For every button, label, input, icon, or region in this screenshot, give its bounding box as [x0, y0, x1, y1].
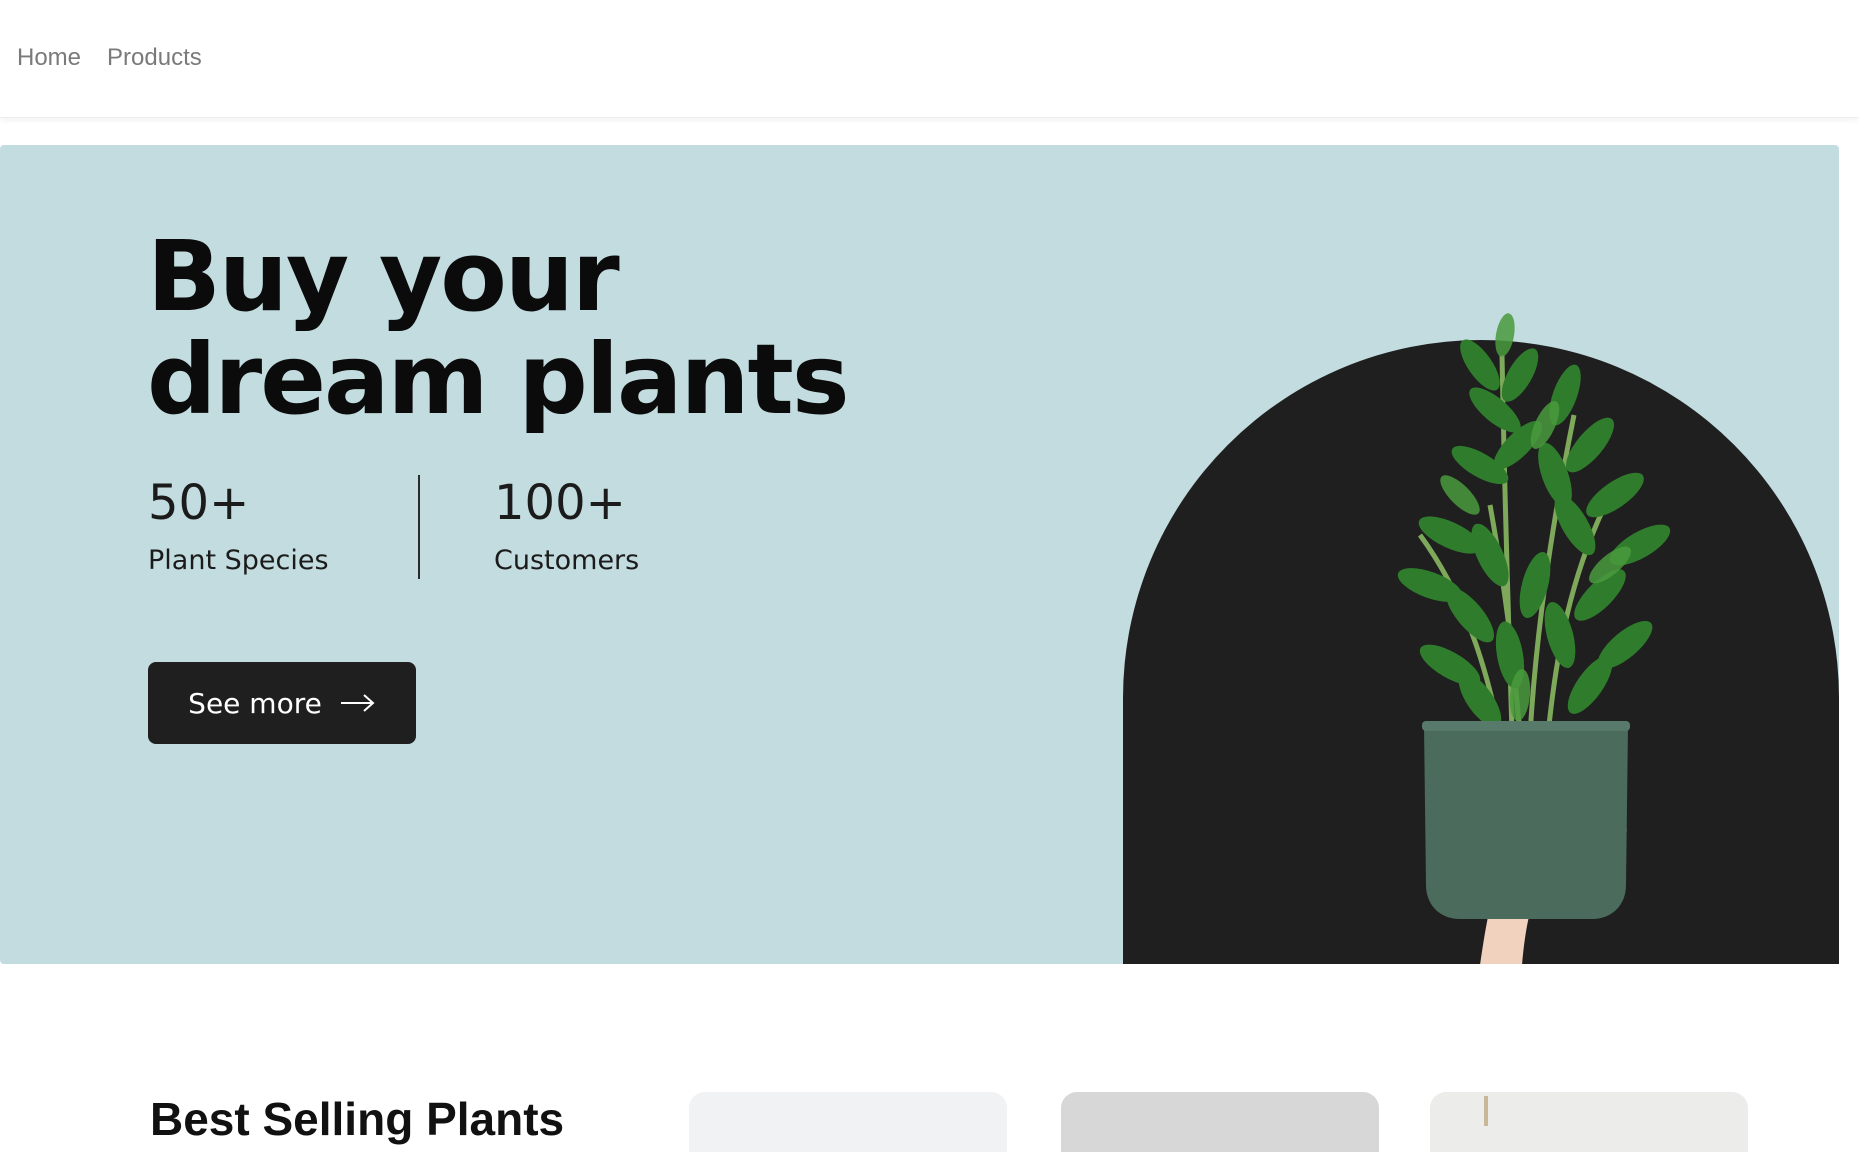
- product-card[interactable]: [689, 1092, 1007, 1152]
- stat-customers: 100+ Customers: [494, 475, 639, 576]
- stat-value: 50+: [148, 475, 250, 531]
- hero-title: Buy your dream plants: [147, 225, 947, 431]
- hero-title-line-2: dream plants: [147, 323, 850, 436]
- nav-link-products[interactable]: Products: [107, 44, 202, 72]
- stat-label: Plant Species: [148, 545, 329, 576]
- arrow-right-icon: [340, 694, 375, 712]
- product-card[interactable]: [1061, 1092, 1379, 1152]
- stat-divider: [418, 475, 420, 579]
- see-more-label: See more: [188, 686, 322, 720]
- stat-plant-species: 50+ Plant Species: [148, 475, 329, 576]
- nav-links: Home Products: [17, 44, 202, 72]
- best-selling-title: Best Selling Plants: [150, 1093, 565, 1145]
- see-more-button[interactable]: See more: [148, 662, 416, 744]
- hero-section: Buy your dream plants 50+ Plant Species …: [0, 145, 1839, 964]
- hero-plant-image: [1397, 313, 1671, 964]
- product-card[interactable]: [1430, 1092, 1748, 1152]
- nav-link-home[interactable]: Home: [17, 44, 81, 72]
- hero-title-line-1: Buy your: [147, 220, 620, 333]
- navbar: Home Products: [0, 0, 1859, 118]
- stat-label: Customers: [494, 545, 640, 576]
- stat-value: 100+: [494, 475, 626, 531]
